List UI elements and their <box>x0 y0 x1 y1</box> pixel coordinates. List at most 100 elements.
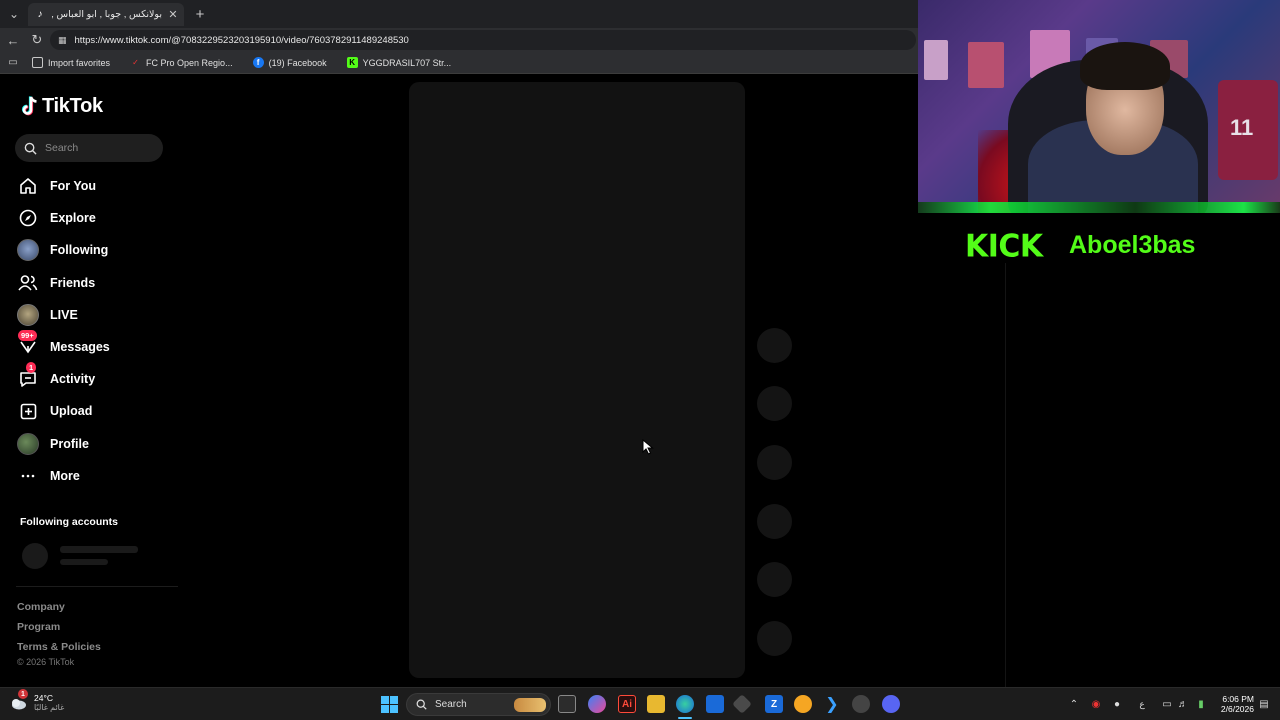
search-box[interactable] <box>15 134 163 162</box>
folder-icon <box>32 57 43 68</box>
tiktok-favicon-icon: ♪ <box>37 9 43 20</box>
system-clock[interactable]: 6:06 PM 2/6/2026 <box>1216 694 1254 714</box>
skeleton-line <box>60 546 138 553</box>
browser-tab[interactable]: ♪ بولانكس , جوبا , ابو العباس , عزيز ...… <box>28 3 184 26</box>
bookmark-facebook[interactable]: f (19) Facebook <box>245 54 335 72</box>
copilot-icon[interactable] <box>588 695 606 713</box>
nav-label: Activity <box>50 372 96 386</box>
action-placeholder-like[interactable] <box>757 386 792 421</box>
tiktok-sidebar: TikTok For You Explore Following Friends… <box>0 75 185 687</box>
bookmark-label: (19) Facebook <box>268 57 327 68</box>
app-circle-icon[interactable] <box>794 695 812 713</box>
weather-desc: غائم غالبًا <box>34 702 65 712</box>
skeleton-avatar <box>22 543 48 569</box>
action-placeholder-avatar[interactable] <box>757 328 792 363</box>
network-icon[interactable]: ▭ <box>1161 698 1173 710</box>
microphone-icon[interactable]: ● <box>1111 698 1123 710</box>
tab-preview-icon[interactable]: ▭ <box>6 57 20 68</box>
clock-date: 2/6/2026 <box>1220 704 1254 714</box>
nav-friends[interactable]: Friends <box>16 270 176 296</box>
new-tab-button[interactable]: + <box>190 4 210 24</box>
tab-actions-icon[interactable]: ⌄ <box>4 4 24 24</box>
nav-following[interactable]: Following <box>16 237 176 263</box>
mouse-cursor-icon <box>642 439 654 455</box>
tiktok-note-icon <box>21 95 37 115</box>
active-app-indicator <box>678 717 692 719</box>
weather-widget[interactable]: 1 24°C غائم غالبًا <box>8 689 65 712</box>
tiktok-logo[interactable]: TikTok <box>20 95 103 118</box>
address-bar: ← ↻ ▦ https://www.tiktok.com/@7083229523… <box>0 28 918 52</box>
site-info-icon[interactable]: ▦ <box>58 35 67 46</box>
bookmark-yggdrasil[interactable]: K YGGDRASIL707 Str... <box>339 54 460 72</box>
close-tab-icon[interactable]: ✕ <box>168 8 178 21</box>
nav-explore[interactable]: Explore <box>16 205 176 231</box>
search-input[interactable] <box>45 142 155 154</box>
file-explorer-icon[interactable] <box>647 695 665 713</box>
weather-alert-badge: 1 <box>18 689 28 699</box>
action-placeholder-comment[interactable] <box>757 445 792 480</box>
nav-label: For You <box>50 179 97 193</box>
video-loading-placeholder[interactable] <box>409 82 745 678</box>
wall-poster <box>968 42 1004 88</box>
action-placeholder-more[interactable] <box>757 621 792 656</box>
url-text: https://www.tiktok.com/@7083229523203195… <box>74 34 409 46</box>
taskbar-search[interactable]: Search <box>406 693 551 716</box>
footer-link-terms[interactable]: Terms & Policies <box>17 641 101 653</box>
action-placeholder-save[interactable] <box>757 504 792 539</box>
friends-icon <box>16 271 40 295</box>
skeleton-line <box>60 559 108 565</box>
nav-for-you[interactable]: For You <box>16 173 176 199</box>
nav-activity[interactable]: 1 Activity <box>16 362 176 392</box>
nav-live[interactable]: LIVE <box>16 302 176 328</box>
nav-label: LIVE <box>50 308 78 322</box>
home-icon <box>16 174 40 198</box>
bookmark-fc-pro[interactable]: ✓ FC Pro Open Regio... <box>122 54 241 72</box>
weather-cloud-icon: 1 <box>8 689 28 712</box>
back-icon[interactable]: ← <box>3 30 23 50</box>
nav-upload[interactable]: Upload <box>16 398 176 424</box>
task-view-icon[interactable] <box>558 695 576 713</box>
obs-icon[interactable] <box>852 695 870 713</box>
bookmark-label: YGGDRASIL707 Str... <box>362 57 452 68</box>
content-divider <box>1005 262 1006 687</box>
bookmark-import-favorites[interactable]: Import favorites <box>24 54 118 72</box>
tray-app-icon[interactable]: ◉ <box>1090 698 1102 710</box>
vscode-icon[interactable]: ❯ <box>823 695 841 713</box>
copyright: © 2026 TikTok <box>17 657 75 667</box>
volume-icon[interactable]: ♬ <box>1177 698 1189 710</box>
jersey-number: 11 <box>1230 115 1254 140</box>
editor-app-icon[interactable]: Z <box>765 695 783 713</box>
streamer-hair <box>1080 42 1170 90</box>
reload-icon[interactable]: ↻ <box>27 30 47 50</box>
more-icon <box>16 464 40 488</box>
nav-more[interactable]: More <box>16 463 176 489</box>
microsoft-store-icon[interactable] <box>706 695 724 713</box>
clock-time: 6:06 PM <box>1222 694 1254 704</box>
footer-link-company[interactable]: Company <box>17 601 65 613</box>
adobe-illustrator-icon[interactable]: Ai <box>618 695 636 713</box>
footer-link-program[interactable]: Program <box>17 621 60 633</box>
action-placeholder-share[interactable] <box>757 562 792 597</box>
tray-overflow-icon[interactable]: ⌃ <box>1068 698 1080 710</box>
streamer-webcam: 11 <box>918 0 1280 213</box>
url-field[interactable]: ▦ https://www.tiktok.com/@70832295232031… <box>50 30 916 50</box>
bookmark-label: Import favorites <box>48 57 111 68</box>
discord-icon[interactable] <box>882 695 900 713</box>
nav-messages[interactable]: 99+ Messages <box>16 330 176 360</box>
fc-pro-icon: ✓ <box>132 58 139 67</box>
following-avatar <box>16 238 40 262</box>
activity-icon: 1 <box>16 362 40 391</box>
app-cube-icon[interactable] <box>732 694 752 714</box>
windows-start-icon[interactable] <box>381 696 398 713</box>
sidebar-divider <box>16 586 178 587</box>
notifications-icon[interactable]: ▤ <box>1258 698 1270 710</box>
edge-browser-icon[interactable] <box>676 695 694 713</box>
webcam-frame-border <box>918 202 1280 213</box>
battery-icon[interactable]: ▮ <box>1195 698 1207 710</box>
windows-taskbar: 1 24°C غائم غالبًا Search Ai Z ❯ ⌃ ◉ ● ع… <box>0 687 1280 720</box>
nav-profile[interactable]: Profile <box>16 431 176 457</box>
nav-label: Friends <box>50 276 96 290</box>
input-language-indicator[interactable]: ع <box>1136 698 1148 710</box>
tab-title: بولانكس , جوبا , ابو العباس , عزيز ... <box>52 9 162 20</box>
wall-poster <box>924 40 948 80</box>
